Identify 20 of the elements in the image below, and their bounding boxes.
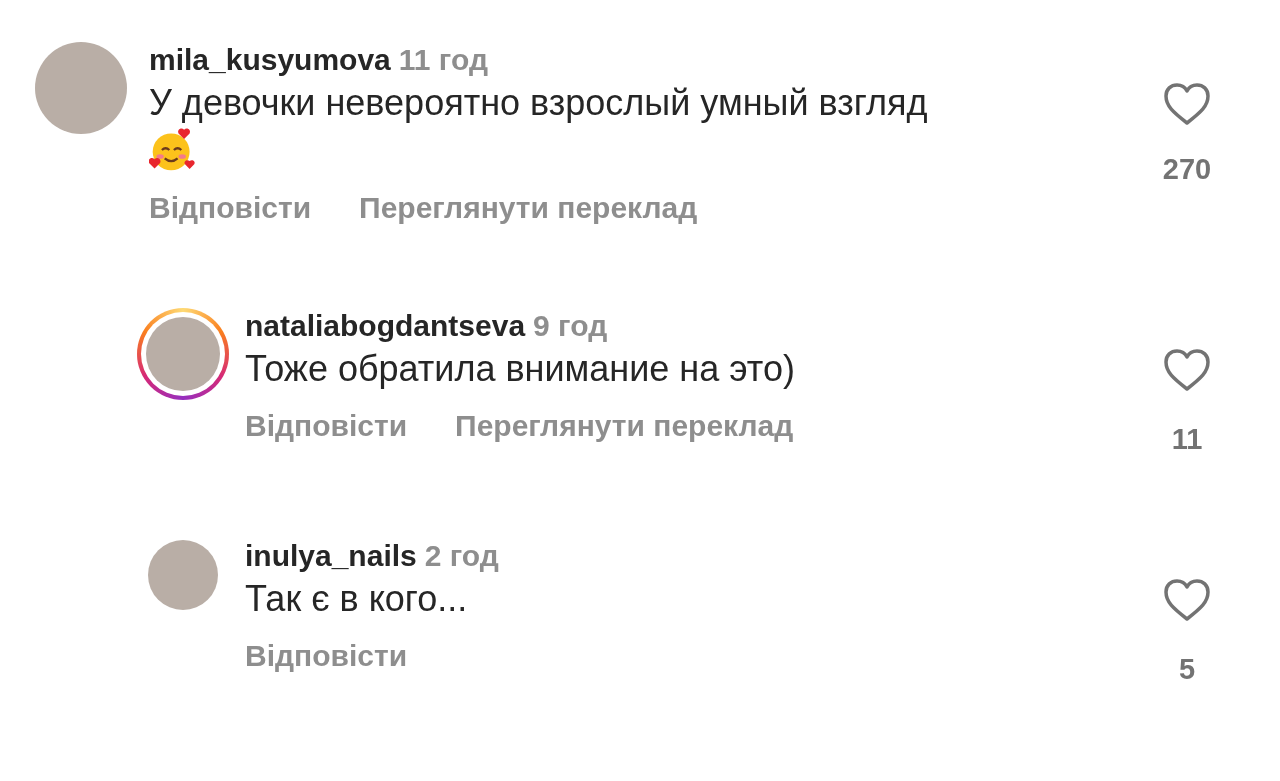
- timestamp: 2 год: [424, 539, 499, 572]
- like-count: 11: [1171, 422, 1203, 456]
- timestamp: 9 год: [533, 309, 608, 342]
- comment-text: Тоже обратила внимание на это): [245, 347, 796, 391]
- action-link[interactable]: Відповісти: [245, 638, 408, 674]
- comment-text: У девочки невероятно взрослый умный взгляд: [149, 81, 929, 125]
- username[interactable]: nataliabogdantseva: [245, 309, 526, 342]
- username[interactable]: inulya_nails: [245, 539, 417, 572]
- like-count: 270: [1162, 152, 1212, 186]
- comment-text: Так є в кого...: [245, 577, 469, 621]
- like-count: 5: [1178, 652, 1196, 686]
- action-link[interactable]: Переглянути переклад: [455, 408, 794, 444]
- action-link[interactable]: Відповісти: [245, 408, 408, 444]
- like-heart-icon[interactable]: [1163, 82, 1211, 126]
- like-heart-icon[interactable]: [1163, 348, 1211, 392]
- like-heart-icon[interactable]: [1163, 578, 1211, 622]
- username[interactable]: mila_kusyumova: [149, 43, 391, 76]
- timestamp: 11 год: [398, 43, 488, 76]
- action-link[interactable]: Відповісти: [149, 190, 312, 226]
- action-link[interactable]: Переглянути переклад: [359, 190, 698, 226]
